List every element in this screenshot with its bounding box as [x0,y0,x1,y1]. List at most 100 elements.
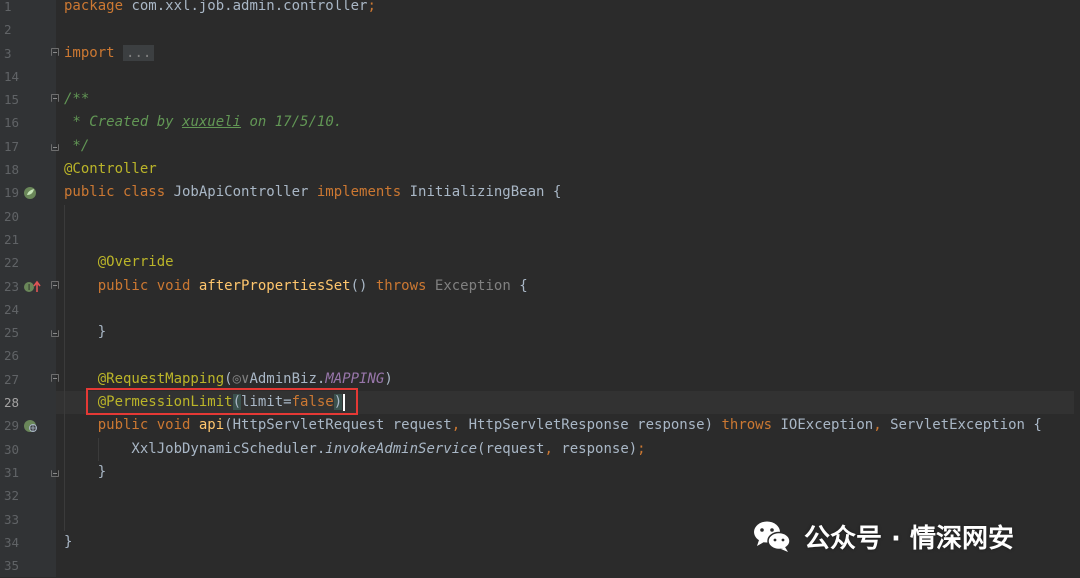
code-line[interactable]: 15 /** [0,88,1080,112]
fold-marker-icon[interactable] [51,469,59,477]
code-token: ) [333,394,343,411]
code-token: XxlJobDynamicScheduler. [64,440,326,457]
fold-marker-icon[interactable] [51,330,59,338]
code-token: ( [232,394,242,411]
code-token: public class [64,184,174,201]
code-token: public void [64,277,199,294]
line-gutter[interactable]: 34 [0,530,56,555]
line-gutter[interactable]: 15 [0,88,59,112]
line-gutter[interactable]: 24 [0,297,56,322]
line-gutter[interactable]: 3 [0,41,59,65]
line-gutter[interactable]: 25 [0,321,59,345]
code-line[interactable]: 24 [0,297,1080,322]
line-number: 21 [4,231,20,247]
code-token: , [873,417,891,434]
line-number: 20 [4,208,20,224]
code-line[interactable]: 19 public class JobApiController implemen… [0,181,1080,205]
line-number: 31 [4,464,20,480]
line-gutter[interactable]: 33 [0,507,56,531]
code-line[interactable]: 30 XxlJobDynamicScheduler.invokeAdminSer… [0,437,1080,461]
indent-guide [64,204,65,228]
line-gutter[interactable]: 35 [0,554,56,578]
code-text: @PermessionLimit(limit=false) [64,391,346,414]
line-gutter[interactable]: 2 [0,18,56,42]
fold-marker-icon[interactable] [51,373,59,382]
code-line[interactable]: 31 } [0,460,1080,485]
code-token: implements [316,184,410,201]
line-gutter[interactable]: 31 [0,460,59,485]
code-text: public void api(HttpServletRequest reque… [64,414,1042,437]
fold-marker-icon[interactable] [51,94,59,103]
line-gutter[interactable]: 28 [0,391,56,415]
code-token: com.xxl.job.admin.controller [131,0,368,14]
code-line[interactable]: 20 [0,204,1080,228]
code-line[interactable]: 18 @Controller [0,158,1080,182]
line-number: 34 [4,534,20,550]
line-gutter[interactable]: 23 I [0,274,59,298]
code-line[interactable]: 3 import ... [0,41,1080,65]
code-line[interactable]: 25 } [0,321,1080,345]
line-number: 17 [4,138,20,154]
line-number: 28 [4,395,20,411]
line-gutter[interactable]: 16 [0,111,56,135]
line-gutter[interactable]: 26 [0,344,56,368]
line-gutter[interactable]: 22 [0,251,56,275]
line-gutter[interactable]: 14 [0,64,56,89]
code-line[interactable]: 27 @RequestMapping(◎∨AdminBiz.MAPPING) [0,367,1080,392]
code-line[interactable]: 32 [0,484,1080,508]
line-gutter[interactable]: 29 [0,414,56,438]
code-token: (HttpServletRequest request [224,417,452,434]
code-token: @PermessionLimit [64,394,233,411]
line-gutter[interactable]: 21 [0,227,56,252]
code-line[interactable]: 16 * Created by xuxueli on 17/5/10. [0,111,1080,135]
line-gutter[interactable]: 30 [0,437,56,461]
indent-guide [64,507,65,531]
code-line[interactable]: 29 public void api(HttpServletRequest re… [0,414,1080,438]
line-gutter[interactable]: 32 [0,484,56,508]
code-token: * Created by [64,114,183,131]
code-token: , [451,417,469,434]
code-text: public void afterPropertiesSet() throws … [64,275,528,298]
code-line[interactable]: 2 [0,18,1080,42]
code-token: import [64,44,124,61]
code-token: throws [375,277,435,294]
code-line[interactable]: 26 [0,344,1080,368]
line-number: 30 [4,441,20,457]
code-token: ... [123,44,155,61]
line-number: 1 [4,0,12,14]
code-line[interactable]: 22 @Override [0,251,1080,275]
code-line[interactable]: 17 */ [0,134,1080,159]
indent-guide [64,344,65,368]
code-line[interactable]: 1 package com.xxl.job.admin.controller; [0,0,1080,19]
line-number: 14 [4,68,20,84]
code-text: package com.xxl.job.admin.controller; [64,0,376,18]
code-line[interactable]: 28 @PermessionLimit(limit=false) [0,391,1080,415]
code-token: (request [477,440,545,457]
code-token: /** [64,91,90,108]
code-line[interactable]: 21 [0,227,1080,252]
line-gutter[interactable]: 27 [0,367,59,392]
text-caret [343,393,346,411]
code-line[interactable]: 14 [0,64,1080,89]
code-text: */ [64,135,89,158]
code-line[interactable]: 23 I public void afterPropertiesSet() thr… [0,274,1080,298]
code-token: ; [637,440,646,457]
editor-scrollbar[interactable] [1074,0,1080,578]
code-token: ) [384,370,393,387]
line-gutter[interactable]: 18 [0,158,56,182]
line-gutter[interactable]: 19 [0,181,56,205]
code-token: { [519,277,528,294]
fold-marker-icon[interactable] [51,280,59,289]
line-gutter[interactable]: 1 [0,0,56,19]
fold-marker-icon[interactable] [51,143,59,151]
watermark-text: 公众号 · 情深网安 [804,523,1014,554]
code-token: JobApiController [173,184,317,201]
code-editor[interactable]: 1 package com.xxl.job.admin.controller; 2 3… [0,0,1080,578]
code-text: } [64,531,72,554]
line-gutter[interactable]: 17 [0,134,59,159]
code-token: () [350,277,376,294]
line-number: 18 [4,162,20,178]
fold-marker-icon[interactable] [51,47,59,56]
line-gutter[interactable]: 20 [0,204,56,228]
indent-guide [64,297,65,322]
